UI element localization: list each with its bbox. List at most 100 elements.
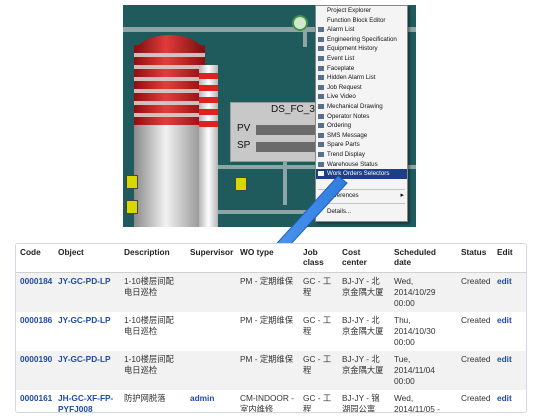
valve-icon[interactable] (126, 200, 138, 214)
column-header-status[interactable]: Status (457, 244, 493, 273)
cell-status: Created (457, 351, 493, 390)
table-body: 0000184 JY-GC-PD-LP 1-10楼层间配电日巡检 PM - 定期维保 G… (16, 272, 526, 412)
cell-cost-center: BJ-JY - 北京金隅大厦 (338, 351, 390, 390)
cell-job-class: GC - 工程 (303, 315, 332, 336)
cell-code: 0000184 (16, 272, 54, 312)
menu-item-job-request[interactable]: Job Request (316, 83, 407, 93)
column-header-scheduled-date[interactable]: Scheduled date (390, 244, 457, 273)
table-row[interactable]: 0000184 JY-GC-PD-LP 1-10楼层间配电日巡检 PM - 定期维保 G… (16, 272, 526, 312)
menu-separator (318, 203, 405, 204)
menu-item-engineering-specification[interactable]: Engineering Specification (316, 35, 407, 45)
cell-object: JY-GC-PD-LP (54, 272, 120, 312)
menu-item-label: Warehouse Status (327, 160, 378, 168)
cell-date: Thu, 2014/10/30 00:00 (394, 315, 436, 347)
object-link[interactable]: JY-GC-PD-LP (58, 276, 111, 286)
menu-item-trend-display[interactable]: Trend Display (316, 150, 407, 160)
menu-item-label: Event List (327, 55, 355, 62)
column-header-job-class[interactable]: Job class (299, 244, 338, 273)
pump-icon[interactable] (292, 15, 308, 31)
menu-item-icon (318, 75, 324, 81)
menu-item-warehouse-status[interactable]: Warehouse Status (316, 160, 407, 170)
menu-item-icon (318, 123, 324, 129)
menu-item-icon (318, 104, 324, 109)
menu-item-references[interactable]: References ▸ (316, 191, 407, 201)
tank-body (134, 125, 205, 227)
cell-edit: edit (493, 272, 526, 312)
menu-item-label: Operator Notes (327, 112, 370, 120)
valve-icon[interactable] (126, 175, 138, 189)
menu-item-faceplate[interactable]: Faceplate (316, 64, 407, 74)
distillation-column[interactable] (199, 65, 218, 227)
table-row[interactable]: 0000186 JY-GC-PD-LP 1-10楼层间配电日巡检 PM - 定期维保 G… (16, 312, 526, 351)
edit-link[interactable]: edit (497, 393, 512, 403)
menu-item-operator-notes[interactable]: Operator Notes (316, 112, 407, 122)
faceplate-tag: DS_FC_30 (271, 104, 321, 115)
menu-item-project-explorer[interactable]: Project Explorer (316, 6, 407, 16)
table-row[interactable]: 0000190 JY-GC-PD-LP 1-10楼层间配电日巡检 PM - 定期维保 G… (16, 351, 526, 390)
work-orders-table: Code Object Description Supervisor WO type Jo… (15, 243, 527, 413)
object-link[interactable]: JH-GC-XF-FP-PYFJ008 (58, 393, 113, 412)
column-header-supervisor[interactable]: Supervisor (186, 244, 236, 273)
menu-item-mechanical-drawing[interactable]: Mechanical Drawing (316, 102, 407, 112)
column-header-edit[interactable]: Edit (493, 244, 526, 273)
cell-description: 1-10楼层间配电日巡检 (124, 315, 174, 336)
menu-separator (318, 189, 405, 190)
menu-item-hidden-alarm-list[interactable]: Hidden Alarm List (316, 73, 407, 83)
cell-object: JY-GC-PD-LP (54, 351, 120, 390)
menu-item-label: Project Explorer (327, 7, 372, 14)
column-header-description[interactable]: Description (120, 244, 186, 273)
menu-item-label: Equipment History (327, 45, 378, 53)
code-link[interactable]: 0000161 (20, 393, 52, 403)
object-link[interactable]: JY-GC-PD-LP (58, 315, 111, 325)
menu-item-label: Live Video (327, 93, 356, 101)
menu-item-details[interactable]: Details... (316, 207, 407, 217)
tank-dome (134, 35, 205, 55)
cell-edit: edit (493, 351, 526, 390)
menu-item-ordering[interactable]: Ordering (316, 121, 407, 131)
cell-supervisor (186, 351, 236, 390)
cell-date: Wed, 2014/10/29 00:00 (390, 272, 457, 312)
cell-cost-center: BJ-JY - 北京金隅大厦 (342, 315, 384, 336)
menu-item-equipment-history[interactable]: Equipment History (316, 44, 407, 54)
menu-item-alarm-list[interactable]: Alarm List (316, 25, 407, 35)
menu-item-label: Trend Display (327, 151, 365, 158)
cell-description: 防护网脱落 (124, 393, 166, 403)
menu-item-label: Mechanical Drawing (327, 103, 383, 110)
column-header-object[interactable]: Object (54, 244, 120, 273)
cell-code: 0000186 (16, 312, 54, 351)
cell-status: Created (461, 315, 491, 325)
menu-item-sms-message[interactable]: SMS Message (316, 131, 407, 141)
tank-stripes (134, 53, 205, 123)
menu-item-icon (318, 36, 324, 42)
table-row[interactable]: 0000161 JH-GC-XF-FP-PYFJ008 防护网脱落 admin CM-I… (16, 390, 526, 412)
menu-item-label: Spare Parts (327, 141, 360, 149)
edit-link[interactable]: edit (497, 315, 512, 325)
cell-wo-type: PM - 定期维保 (236, 272, 299, 312)
column-header-wo-type[interactable]: WO type (236, 244, 299, 273)
supervisor-link[interactable]: admin (190, 393, 214, 403)
cell-code: 0000161 (16, 390, 54, 412)
cell-date: Tue, 2014/11/04 00:00 (390, 351, 457, 390)
menu-item-live-video[interactable]: Live Video (316, 92, 407, 102)
submenu-arrow-icon: ▸ (400, 192, 404, 199)
column-header-cost-center[interactable]: Cost center (338, 244, 390, 273)
menu-item-function-block-editor[interactable]: Function Block Editor (316, 16, 407, 26)
object-link[interactable]: JY-GC-PD-LP (58, 354, 111, 364)
cell-description: 1-10楼层间配电日巡检 (120, 272, 186, 312)
code-link[interactable]: 0000190 (20, 354, 52, 364)
cell-status: Created (461, 393, 491, 403)
menu-item-spare-parts[interactable]: Spare Parts (316, 140, 407, 150)
edit-link[interactable]: edit (497, 354, 512, 364)
menu-item-label: SMS Message (327, 131, 368, 139)
edit-link[interactable]: edit (497, 276, 512, 286)
code-link[interactable]: 0000186 (20, 315, 52, 325)
cell-description: 1-10楼层间配电日巡检 (120, 351, 186, 390)
menu-item-icon (318, 56, 324, 61)
menu-item-work-orders-selectors[interactable]: Work Orders Selectors (316, 169, 407, 179)
column-header-code[interactable]: Code (16, 244, 54, 273)
menu-item-label: Ordering (327, 122, 352, 130)
valve-icon[interactable] (235, 177, 247, 191)
menu-item-icon (318, 84, 324, 90)
code-link[interactable]: 0000184 (20, 276, 52, 286)
menu-item-event-list[interactable]: Event List (316, 54, 407, 64)
